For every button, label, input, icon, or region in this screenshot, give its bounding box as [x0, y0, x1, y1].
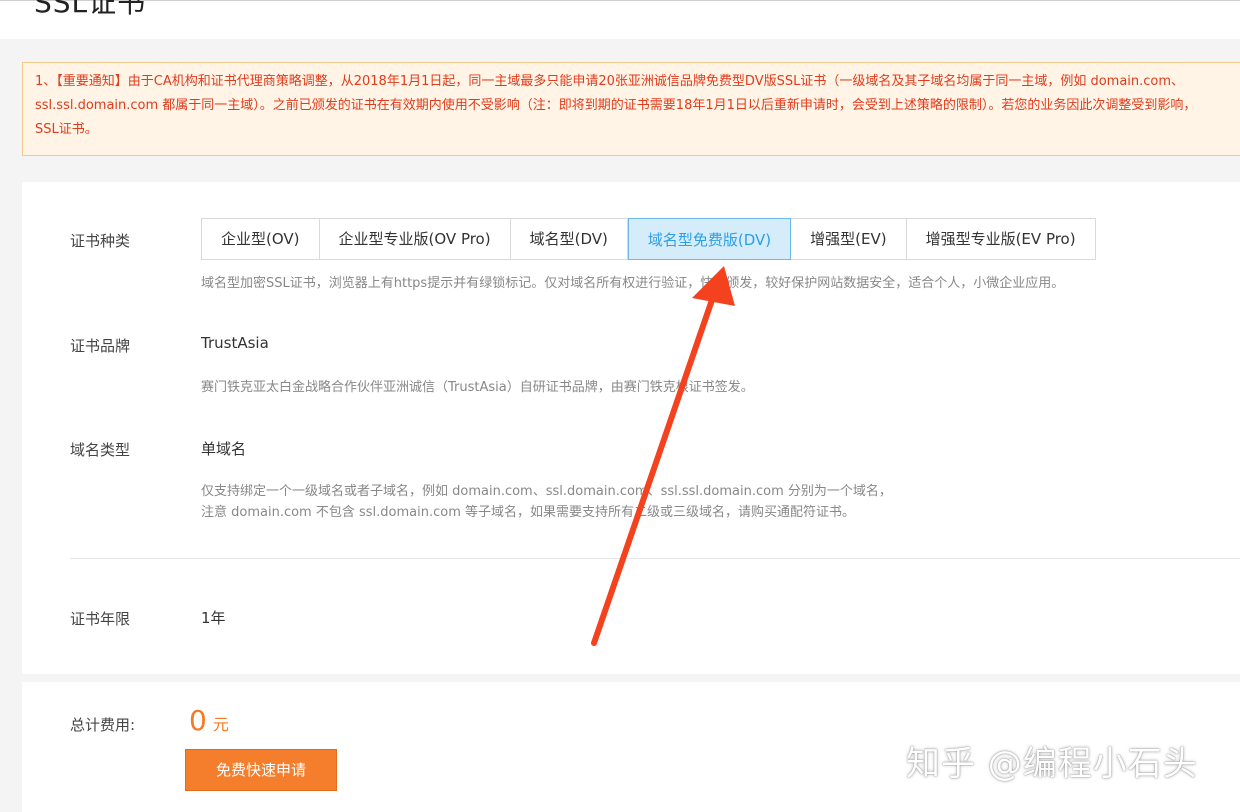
cert-period-value: 1年 [201, 609, 226, 627]
price-amount: 0 [189, 704, 207, 737]
free-apply-button[interactable]: 免费快速申请 [185, 749, 337, 791]
total-price: 0元 [189, 704, 229, 737]
price-unit: 元 [212, 715, 229, 734]
notice-line-2: ssl.ssl.domain.com 都属于同一主域）。之前已颁发的证书在有效期… [35, 98, 1197, 113]
cert-type-description: 域名型加密SSL证书，浏览器上有https提示并有绿锁标记。仅对域名所有权进行验… [201, 276, 1065, 291]
top-bar: SSL证书 [0, 0, 1240, 39]
tab-dv-free[interactable]: 域名型免费版(DV) [627, 218, 792, 260]
cert-brand-description: 赛门铁克亚太白金战略合作伙伴亚洲诚信（TrustAsia）自研证书品牌，由赛门铁… [201, 380, 754, 395]
domain-type-description-1: 仅支持绑定一个一级域名或者子域名，例如 domain.com、ssl.domai… [201, 484, 892, 499]
section-divider [70, 558, 1240, 559]
domain-type-value: 单域名 [201, 440, 247, 458]
total-cost-label: 总计费用: [70, 716, 136, 734]
cert-type-label: 证书种类 [70, 232, 131, 250]
tab-ev-pro[interactable]: 增强型专业版(EV Pro) [907, 219, 1095, 259]
cert-type-tabs: 企业型(OV) 企业型专业版(OV Pro) 域名型(DV) 域名型免费版(DV… [201, 218, 1096, 260]
notice-banner: 1、【重要通知】由于CA机构和证书代理商策略调整，从2018年1月1日起，同一主… [22, 62, 1240, 156]
tab-dv[interactable]: 域名型(DV) [511, 219, 628, 259]
cert-period-label: 证书年限 [70, 610, 131, 628]
cert-brand-value: TrustAsia [201, 334, 269, 352]
domain-type-description-2: 注意 domain.com 不包含 ssl.domain.com 等子域名，如果… [201, 505, 855, 520]
cert-brand-label: 证书品牌 [70, 337, 131, 355]
tab-ov-pro[interactable]: 企业型专业版(OV Pro) [320, 219, 511, 259]
domain-type-label: 域名类型 [70, 441, 131, 459]
page-title: SSL证书 [34, 0, 147, 19]
notice-line-3: SSL证书。 [35, 122, 98, 137]
watermark-text: 知乎 @编程小石头 [906, 744, 1198, 784]
tab-ov[interactable]: 企业型(OV) [202, 219, 320, 259]
notice-line-1: 1、【重要通知】由于CA机构和证书代理商策略调整，从2018年1月1日起，同一主… [35, 74, 1185, 89]
tab-ev[interactable]: 增强型(EV) [791, 219, 907, 259]
